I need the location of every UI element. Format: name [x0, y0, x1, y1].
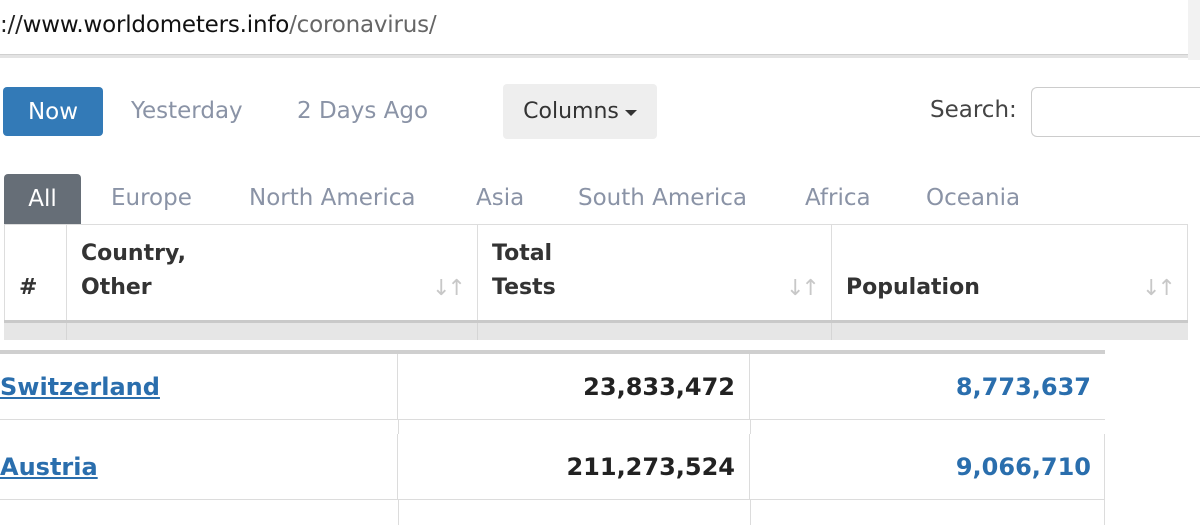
- column-separator: [750, 420, 751, 434]
- population-cell: 8,773,637: [955, 373, 1091, 401]
- table-header-footer: [4, 320, 1188, 340]
- sort-icon[interactable]: ↓↑: [432, 276, 466, 301]
- column-separator: [398, 500, 399, 525]
- country-cell: Austria: [0, 434, 398, 500]
- two-days-ago-tab[interactable]: 2 Days Ago: [297, 98, 428, 124]
- header-population[interactable]: Population ↓↑: [832, 225, 1187, 323]
- yesterday-tab[interactable]: Yesterday: [131, 98, 243, 124]
- country-cell: Switzerland: [0, 354, 398, 420]
- header-index-label: #: [19, 275, 38, 300]
- column-separator: [66, 323, 67, 340]
- column-separator: [750, 500, 751, 525]
- region-tab-south-america[interactable]: South America: [578, 185, 747, 211]
- url-path: /coronavirus/: [289, 12, 437, 38]
- search-label: Search:: [930, 97, 1017, 123]
- table-body: Switzerland 23,833,472 8,773,637 Austria…: [0, 350, 1105, 525]
- column-separator: [831, 323, 832, 340]
- columns-button[interactable]: Columns: [503, 84, 657, 139]
- population-cell: 9,066,710: [955, 453, 1091, 481]
- total-tests-cell: 23,833,472: [398, 354, 750, 420]
- column-separator: [398, 420, 399, 434]
- window-edge: [1188, 0, 1200, 60]
- caret-down-icon: [624, 110, 637, 116]
- region-tab-north-america[interactable]: North America: [249, 185, 416, 211]
- url-text[interactable]: ://www.worldometers.info/coronavirus/: [0, 12, 437, 38]
- header-population-label: Population: [846, 275, 980, 300]
- address-bar[interactable]: ://www.worldometers.info/coronavirus/: [0, 0, 1200, 54]
- now-button[interactable]: Now: [3, 87, 103, 136]
- table-header: # Country, Other ↓↑ Total Tests ↓↑ Populat…: [4, 224, 1188, 323]
- region-tab-oceania[interactable]: Oceania: [926, 185, 1020, 211]
- region-tab-asia[interactable]: Asia: [476, 185, 524, 211]
- country-link[interactable]: Austria: [0, 453, 98, 481]
- header-index[interactable]: #: [5, 225, 67, 323]
- column-separator: [1104, 434, 1105, 525]
- region-tab-europe[interactable]: Europe: [111, 185, 192, 211]
- search-input[interactable]: [1031, 87, 1200, 137]
- table-row: Switzerland 23,833,472 8,773,637: [0, 354, 1105, 420]
- header-country-label: Country, Other: [81, 241, 186, 300]
- sort-icon[interactable]: ↓↑: [786, 276, 820, 301]
- total-tests-cell: 211,273,524: [398, 434, 750, 500]
- region-tab-all[interactable]: All: [4, 174, 81, 224]
- url-prefix: ://: [0, 12, 23, 38]
- url-host: www.worldometers.info: [22, 12, 290, 38]
- columns-label: Columns: [523, 99, 619, 124]
- column-separator: [477, 323, 478, 340]
- table-row: Austria 211,273,524 9,066,710: [0, 434, 1105, 500]
- header-total-tests[interactable]: Total Tests ↓↑: [478, 225, 832, 323]
- header-total-tests-label: Total Tests: [492, 241, 556, 300]
- sort-icon[interactable]: ↓↑: [1142, 276, 1176, 301]
- address-bar-divider: [0, 54, 1188, 58]
- country-link[interactable]: Switzerland: [0, 373, 160, 401]
- header-country[interactable]: Country, Other ↓↑: [67, 225, 478, 323]
- region-tab-africa[interactable]: Africa: [805, 185, 871, 211]
